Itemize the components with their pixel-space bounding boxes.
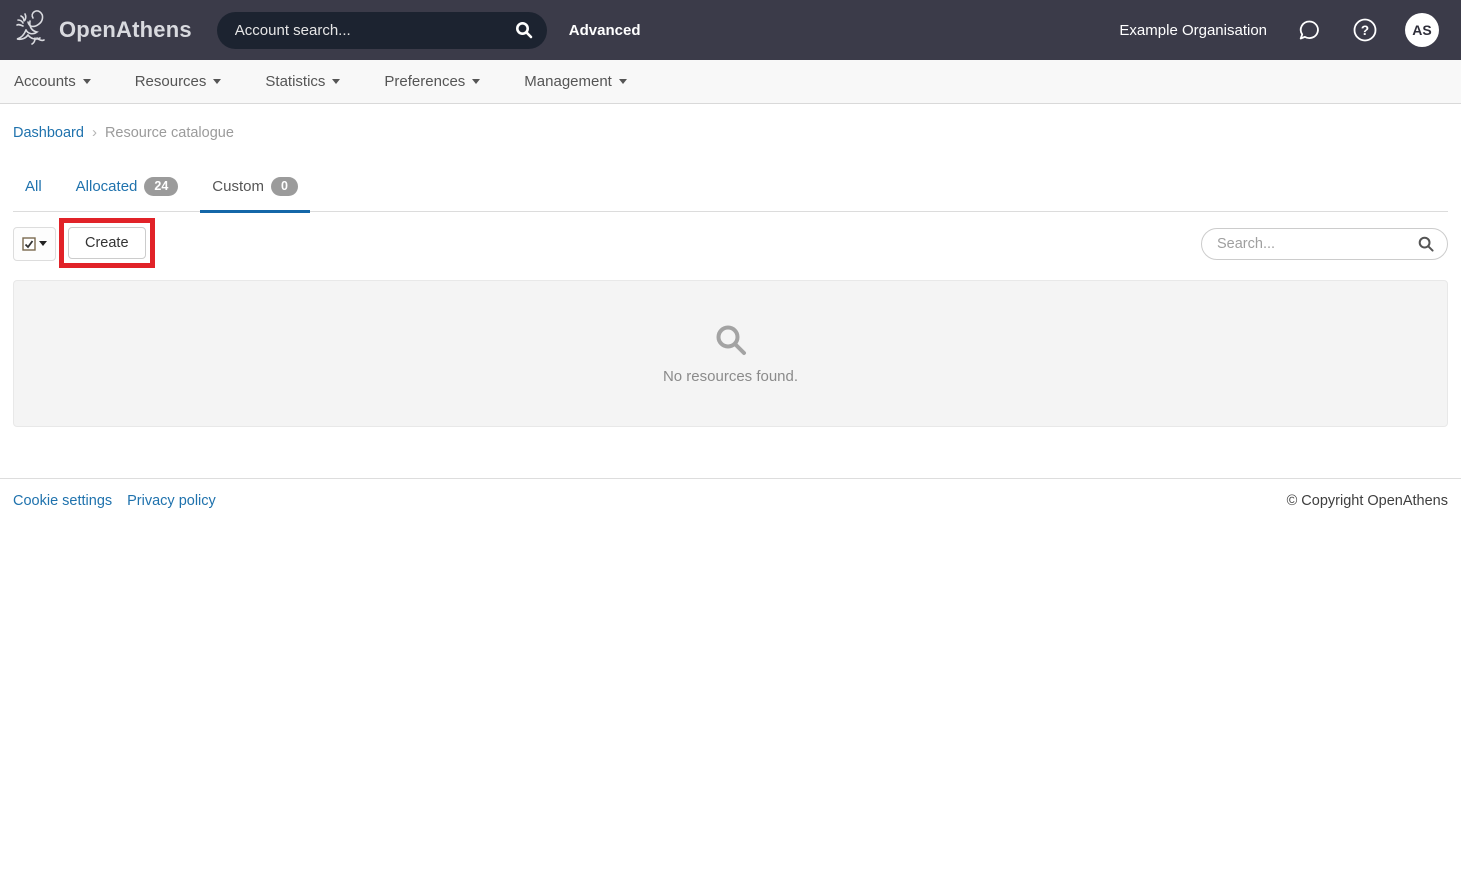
nav-statistics[interactable]: Statistics (265, 73, 340, 90)
create-button[interactable]: Create (68, 227, 146, 259)
breadcrumb: Dashboard › Resource catalogue (0, 104, 1461, 159)
nav-resources-label: Resources (135, 73, 207, 90)
toolbar: Create (13, 218, 1448, 274)
search-icon (514, 20, 534, 40)
avatar[interactable]: AS (1405, 13, 1439, 47)
resource-search-input[interactable] (1217, 236, 1417, 252)
chevron-down-icon (213, 79, 221, 84)
account-search-button[interactable] (507, 13, 541, 47)
cookie-settings-link[interactable]: Cookie settings (13, 493, 112, 509)
nav-accounts-label: Accounts (14, 73, 76, 90)
chevron-down-icon (39, 241, 47, 246)
chevron-down-icon (619, 79, 627, 84)
nav-management[interactable]: Management (524, 73, 627, 90)
nav-accounts[interactable]: Accounts (14, 73, 91, 90)
tab-all-label: All (25, 178, 42, 195)
search-icon[interactable] (1417, 235, 1435, 253)
help-button[interactable]: ? (1351, 16, 1379, 44)
tab-custom-count-badge: 0 (271, 177, 298, 196)
breadcrumb-dashboard-link[interactable]: Dashboard (13, 125, 84, 141)
breadcrumb-separator: › (92, 124, 97, 141)
search-empty-icon (713, 322, 749, 358)
topbar-right: Example Organisation ? AS (1119, 13, 1439, 47)
nav-resources[interactable]: Resources (135, 73, 222, 90)
breadcrumb-current: Resource catalogue (105, 125, 234, 141)
nav-management-label: Management (524, 73, 612, 90)
account-search (217, 12, 547, 49)
tab-allocated-label: Allocated (76, 178, 138, 195)
openathens-logo[interactable]: OpenAthens (13, 8, 192, 52)
copyright-notice: © Copyright OpenAthens (1287, 493, 1448, 509)
avatar-initials: AS (1412, 22, 1431, 38)
openathens-owl-icon (13, 8, 53, 52)
chevron-down-icon (332, 79, 340, 84)
main-navbar: Accounts Resources Statistics Preference… (0, 60, 1461, 104)
advanced-search-link[interactable]: Advanced (569, 22, 641, 39)
tab-allocated[interactable]: Allocated 24 (64, 171, 191, 213)
privacy-policy-link[interactable]: Privacy policy (127, 493, 216, 509)
brand-wordmark: OpenAthens (59, 17, 192, 43)
nav-preferences-label: Preferences (384, 73, 465, 90)
svg-text:?: ? (1361, 23, 1369, 38)
help-icon: ? (1352, 17, 1378, 43)
nav-preferences[interactable]: Preferences (384, 73, 480, 90)
tab-custom[interactable]: Custom 0 (200, 171, 310, 213)
tab-all[interactable]: All (13, 171, 54, 213)
account-search-input[interactable] (235, 22, 507, 39)
resource-tabs: All Allocated 24 Custom 0 (13, 171, 1448, 212)
footer: Cookie settings Privacy policy © Copyrig… (0, 478, 1461, 523)
tab-custom-label: Custom (212, 178, 264, 195)
empty-results-panel: No resources found. (13, 280, 1448, 427)
chat-bubble-icon (1297, 18, 1322, 43)
resource-search (1201, 228, 1448, 260)
chat-button[interactable] (1295, 16, 1323, 44)
empty-results-message: No resources found. (663, 368, 798, 385)
chevron-down-icon (472, 79, 480, 84)
chevron-down-icon (83, 79, 91, 84)
top-bar: OpenAthens Advanced Example Organisation… (0, 0, 1461, 60)
checkbox-checked-icon (22, 237, 36, 251)
red-highlight-annotation: Create (59, 218, 155, 268)
organisation-name: Example Organisation (1119, 22, 1267, 39)
bulk-select-dropdown-button[interactable] (13, 227, 56, 261)
tab-allocated-count-badge: 24 (144, 177, 178, 196)
nav-statistics-label: Statistics (265, 73, 325, 90)
